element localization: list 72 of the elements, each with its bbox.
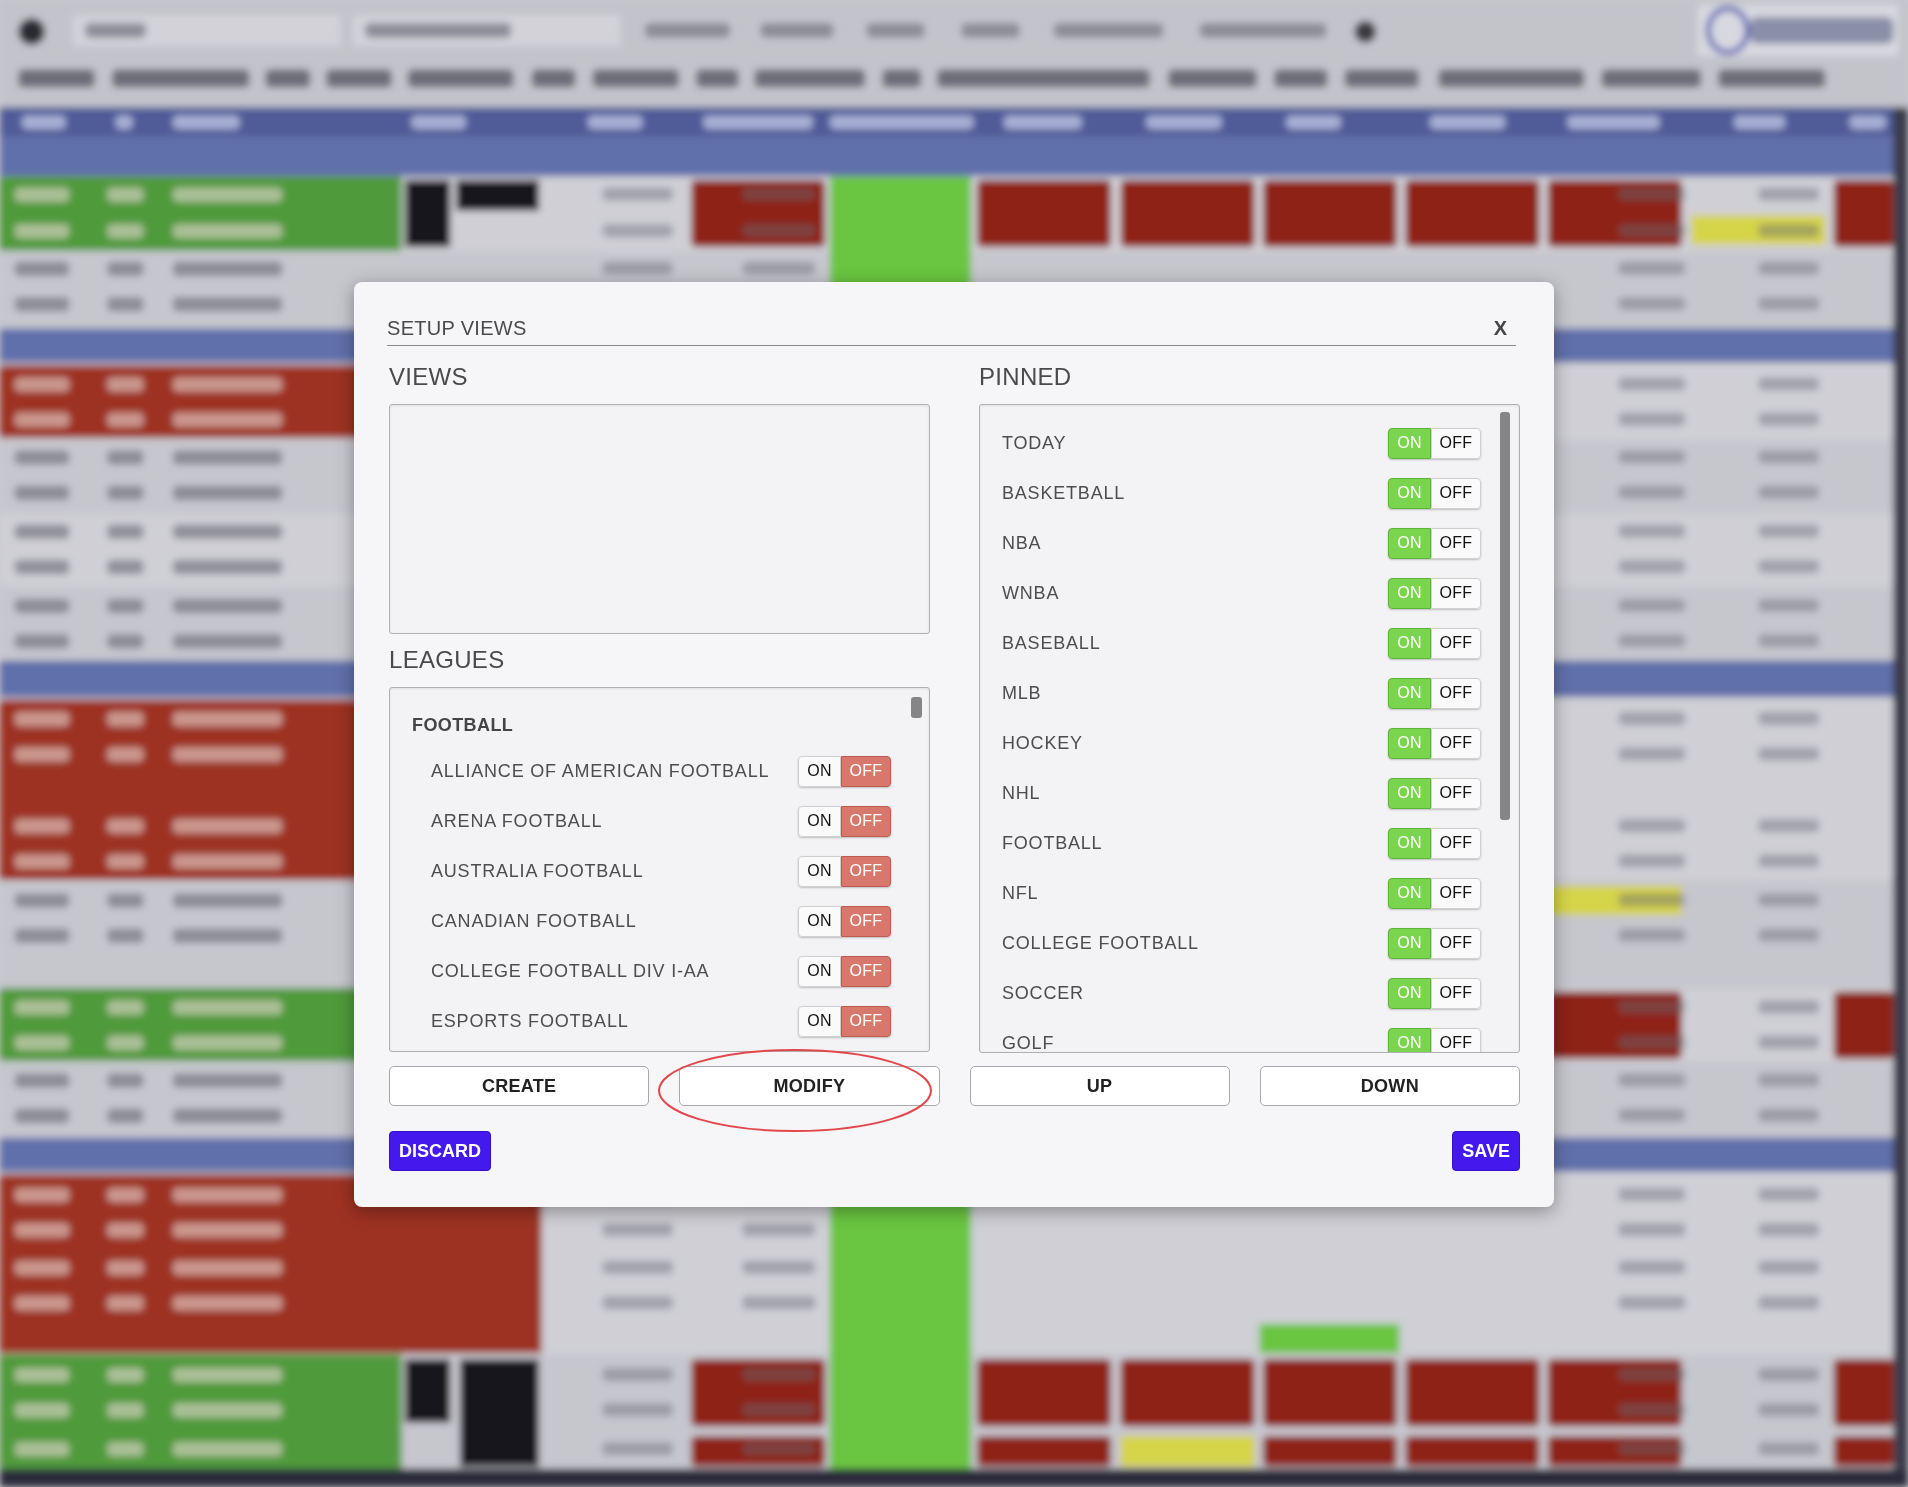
section-heading: VIEWS: [389, 363, 469, 391]
on-off-switch[interactable]: ON OFF: [1388, 727, 1481, 759]
on-off-switch[interactable]: ON OFF: [798, 1005, 891, 1037]
on-off-switch[interactable]: ON OFF: [1388, 627, 1481, 659]
off-option[interactable]: OFF: [1431, 877, 1481, 909]
on-option[interactable]: ON: [798, 755, 841, 787]
on-off-switch[interactable]: ON OFF: [798, 955, 891, 987]
pinned-name: WNBA: [1002, 584, 1060, 602]
scrollbar-thumb[interactable]: [1500, 412, 1510, 820]
action-button[interactable]: DOWN: [1259, 1066, 1520, 1106]
on-off-switch[interactable]: ON OFF: [798, 905, 891, 937]
off-option[interactable]: OFF: [1431, 927, 1481, 959]
on-off-switch[interactable]: ON OFF: [798, 805, 891, 837]
on-off-switch[interactable]: ON OFF: [798, 755, 891, 787]
on-option[interactable]: ON: [798, 955, 841, 987]
off-option[interactable]: OFF: [1431, 477, 1481, 509]
pinned-name: MLB: [1002, 684, 1042, 702]
off-option[interactable]: OFF: [1431, 577, 1481, 609]
pinned-name: FOOTBALL: [1002, 834, 1103, 852]
on-off-switch[interactable]: ON OFF: [1388, 427, 1481, 459]
off-option[interactable]: OFF: [1431, 527, 1481, 559]
league-name: ESPORTS FOOTBALL: [431, 1012, 629, 1030]
views-list[interactable]: [389, 404, 930, 634]
scrollbar-thumb[interactable]: [911, 697, 922, 718]
on-option[interactable]: ON: [798, 805, 841, 837]
league-name: AUSTRALIA FOOTBALL: [431, 862, 644, 880]
off-option[interactable]: OFF: [1431, 827, 1481, 859]
on-off-switch[interactable]: ON OFF: [1388, 527, 1481, 559]
section-heading: LEAGUES: [389, 646, 506, 674]
on-off-switch[interactable]: ON OFF: [1388, 577, 1481, 609]
league-name: ALLIANCE OF AMERICAN FOOTBALL: [431, 762, 770, 780]
section-heading: PINNED: [979, 363, 1073, 391]
pinned-name: SOCCER: [1002, 984, 1084, 1002]
pinned-name: HOCKEY: [1002, 734, 1083, 752]
action-button[interactable]: UP: [969, 1066, 1230, 1106]
off-option[interactable]: OFF: [1431, 427, 1481, 459]
pinned-name: NFL: [1002, 884, 1039, 902]
pinned-name: BASEBALL: [1002, 634, 1101, 652]
pinned-name: BASKETBALL: [1002, 484, 1126, 502]
on-off-switch[interactable]: ON OFF: [1388, 977, 1481, 1009]
dialog-title: SETUP VIEWS: [387, 316, 527, 341]
league-name: ARENA FOOTBALL: [431, 812, 603, 830]
league-name: COLLEGE FOOTBALL DIV I-AA: [431, 962, 710, 980]
pinned-name: TODAY: [1002, 434, 1067, 452]
on-off-switch[interactable]: ON OFF: [1388, 777, 1481, 809]
pinned-name: NBA: [1002, 534, 1042, 552]
action-button[interactable]: MODIFY: [679, 1066, 940, 1106]
off-option[interactable]: OFF: [1431, 977, 1481, 1009]
on-option[interactable]: ON: [798, 905, 841, 937]
primary-button[interactable]: SAVE: [1452, 1131, 1520, 1171]
on-off-switch[interactable]: ON OFF: [1388, 827, 1481, 859]
on-option[interactable]: ON: [798, 1005, 841, 1037]
off-option[interactable]: OFF: [1431, 727, 1481, 759]
pinned-name: NHL: [1002, 784, 1041, 802]
on-off-switch[interactable]: ON OFF: [1388, 677, 1481, 709]
off-option[interactable]: OFF: [1431, 1027, 1481, 1052]
on-off-switch[interactable]: ON OFF: [1388, 927, 1481, 959]
pinned-name: COLLEGE FOOTBALL: [1002, 934, 1199, 952]
pinned-name: GOLF: [1002, 1034, 1055, 1052]
on-off-switch[interactable]: ON OFF: [1388, 877, 1481, 909]
off-option[interactable]: OFF: [1431, 677, 1481, 709]
action-button[interactable]: CREATE: [389, 1066, 650, 1106]
on-off-switch[interactable]: ON OFF: [1388, 1027, 1481, 1052]
on-off-switch[interactable]: ON OFF: [798, 855, 891, 887]
group-label: FOOTBALL: [412, 714, 515, 737]
primary-button[interactable]: DISCARD: [389, 1131, 491, 1171]
off-option[interactable]: OFF: [1431, 777, 1481, 809]
on-option[interactable]: ON: [798, 855, 841, 887]
league-name: CANADIAN FOOTBALL: [431, 912, 637, 930]
close-button[interactable]: X: [1493, 314, 1516, 342]
on-off-switch[interactable]: ON OFF: [1388, 477, 1481, 509]
off-option[interactable]: OFF: [1431, 627, 1481, 659]
